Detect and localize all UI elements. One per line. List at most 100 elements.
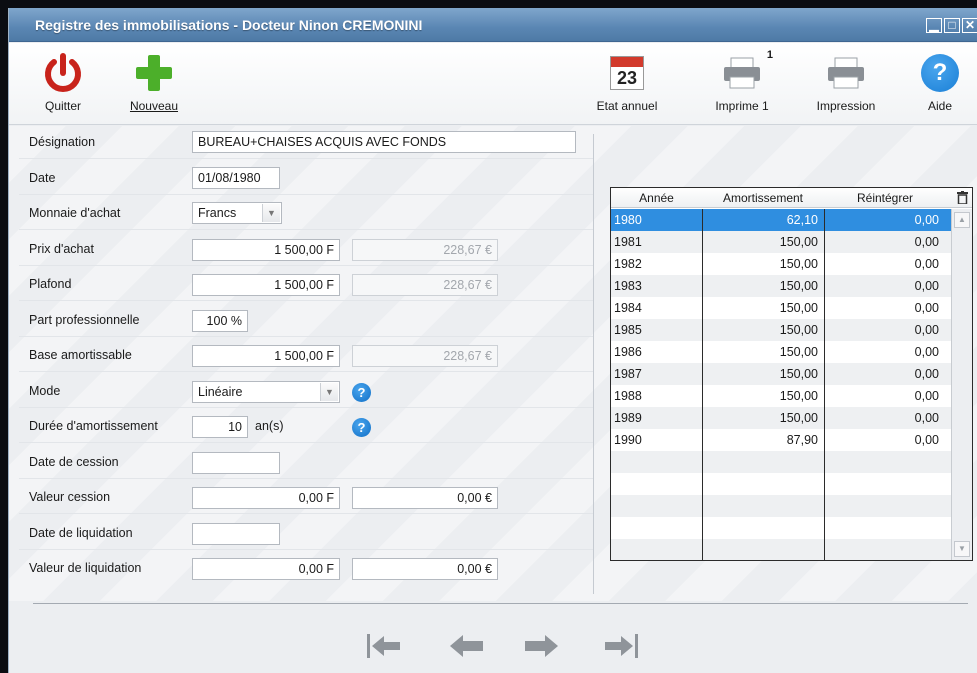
mode-select[interactable]: Linéaire ▼ bbox=[192, 381, 340, 403]
first-record-icon[interactable] bbox=[364, 631, 404, 661]
year-cell: 1984 bbox=[614, 301, 642, 315]
designation-field[interactable]: BUREAU+CHAISES ACQUIS AVEC FONDS bbox=[192, 131, 576, 153]
liq-value-label: Valeur de liquidation bbox=[29, 561, 142, 575]
depreciation-table: Année Amortissement Réintégrer 1980 62,10… bbox=[610, 187, 973, 561]
base-label: Base amortissable bbox=[29, 348, 132, 362]
table-row[interactable]: 1986 150,00 0,00 bbox=[611, 341, 951, 363]
designation-label: Désignation bbox=[29, 135, 96, 149]
table-row[interactable] bbox=[611, 517, 951, 539]
row-base: Base amortissable 1 500,00 F 228,67 € bbox=[19, 339, 593, 372]
table-row[interactable]: 1987 150,00 0,00 bbox=[611, 363, 951, 385]
purchase-price-euros: 228,67 € bbox=[352, 239, 498, 261]
table-row[interactable]: 1990 87,90 0,00 bbox=[611, 429, 951, 451]
table-row[interactable]: 1988 150,00 0,00 bbox=[611, 385, 951, 407]
vertical-scrollbar[interactable]: ▲ ▼ bbox=[951, 209, 972, 560]
date-field[interactable]: 01/08/1980 bbox=[192, 167, 280, 189]
quit-button[interactable]: Quitter bbox=[33, 49, 93, 113]
column-separator bbox=[702, 209, 703, 560]
annual-report-label: Etat annuel bbox=[589, 99, 665, 113]
new-label: Nouveau bbox=[129, 99, 179, 113]
ceiling-francs[interactable]: 1 500,00 F bbox=[192, 274, 340, 296]
table-row[interactable]: 1980 62,10 0,00 bbox=[611, 209, 951, 231]
table-row[interactable] bbox=[611, 539, 951, 560]
currency-value: Francs bbox=[198, 206, 237, 220]
restore-button[interactable]: □ bbox=[944, 18, 960, 33]
pro-share-field[interactable]: 100 % bbox=[192, 310, 248, 332]
trash-icon[interactable] bbox=[957, 191, 968, 204]
ceiling-euros: 228,67 € bbox=[352, 274, 498, 296]
purchase-price-francs[interactable]: 1 500,00 F bbox=[192, 239, 340, 261]
depreciation-cell: 150,00 bbox=[779, 279, 818, 293]
help-button[interactable]: ? Aide bbox=[915, 49, 965, 113]
reintegrate-cell: 0,00 bbox=[914, 235, 939, 249]
year-cell: 1986 bbox=[614, 345, 642, 359]
sale-value-label: Valeur cession bbox=[29, 490, 111, 504]
print-one-button[interactable]: 1 Imprime 1 bbox=[707, 49, 777, 113]
duration-field[interactable]: 10 bbox=[192, 416, 248, 438]
next-record-icon[interactable] bbox=[521, 631, 561, 661]
column-separator bbox=[824, 209, 825, 560]
row-liq-date: Date de liquidation bbox=[19, 517, 593, 550]
new-button[interactable]: Nouveau bbox=[119, 49, 189, 113]
row-purchase-price: Prix d'achat 1 500,00 F 228,67 € bbox=[19, 233, 593, 266]
reintegrate-cell: 0,00 bbox=[914, 301, 939, 315]
mode-help-icon[interactable]: ? bbox=[352, 383, 371, 402]
table-row[interactable] bbox=[611, 451, 951, 473]
table-row[interactable]: 1985 150,00 0,00 bbox=[611, 319, 951, 341]
sale-date-field[interactable] bbox=[192, 452, 280, 474]
liq-value-euros[interactable]: 0,00 € bbox=[352, 558, 498, 580]
base-francs[interactable]: 1 500,00 F bbox=[192, 345, 340, 367]
reintegrate-cell: 0,00 bbox=[914, 433, 939, 447]
print-one-badge: 1 bbox=[766, 49, 773, 61]
print-button[interactable]: Impression bbox=[811, 49, 881, 113]
scroll-up-icon[interactable]: ▲ bbox=[954, 212, 970, 228]
reintegrate-cell: 0,00 bbox=[914, 411, 939, 425]
ceiling-label: Plafond bbox=[29, 277, 72, 291]
table-row[interactable]: 1983 150,00 0,00 bbox=[611, 275, 951, 297]
depreciation-cell: 87,90 bbox=[786, 433, 818, 447]
table-row[interactable]: 1989 150,00 0,00 bbox=[611, 407, 951, 429]
last-record-icon[interactable] bbox=[601, 631, 641, 661]
toolbar: Quitter Nouveau 23 Etat annuel 1 Imprime… bbox=[9, 43, 977, 125]
liq-date-label: Date de liquidation bbox=[29, 526, 133, 540]
row-duration: Durée d'amortissement 10 an(s) ? bbox=[19, 410, 593, 443]
row-date: Date 01/08/1980 bbox=[19, 162, 593, 195]
duration-help-icon[interactable]: ? bbox=[352, 418, 371, 437]
table-row[interactable] bbox=[611, 473, 951, 495]
reintegrate-cell: 0,00 bbox=[914, 279, 939, 293]
year-cell: 1983 bbox=[614, 279, 642, 293]
year-cell: 1989 bbox=[614, 411, 642, 425]
year-cell: 1981 bbox=[614, 235, 642, 249]
footer-divider bbox=[33, 603, 968, 604]
chevron-down-icon[interactable]: ▼ bbox=[262, 204, 280, 222]
chevron-down-icon[interactable]: ▼ bbox=[320, 383, 338, 401]
minimize-button[interactable]: ▁ bbox=[926, 18, 942, 33]
row-designation: Désignation BUREAU+CHAISES ACQUIS AVEC F… bbox=[19, 126, 593, 159]
sale-value-francs[interactable]: 0,00 F bbox=[192, 487, 340, 509]
calendar-day: 23 bbox=[616, 68, 638, 88]
scroll-down-icon[interactable]: ▼ bbox=[954, 541, 970, 557]
table-row[interactable]: 1982 150,00 0,00 bbox=[611, 253, 951, 275]
depreciation-cell: 150,00 bbox=[779, 389, 818, 403]
power-icon bbox=[45, 53, 81, 92]
reintegrate-cell: 0,00 bbox=[914, 257, 939, 271]
table-row[interactable] bbox=[611, 495, 951, 517]
main-window: Registre des immobilisations - Docteur N… bbox=[8, 8, 977, 673]
liq-value-francs[interactable]: 0,00 F bbox=[192, 558, 340, 580]
column-header-reintegrate[interactable]: Réintégrer bbox=[824, 191, 946, 205]
table-row[interactable]: 1984 150,00 0,00 bbox=[611, 297, 951, 319]
purchase-price-label: Prix d'achat bbox=[29, 242, 94, 256]
record-navigation bbox=[9, 601, 977, 673]
print-label: Impression bbox=[816, 99, 876, 113]
currency-select[interactable]: Francs ▼ bbox=[192, 202, 282, 224]
annual-report-button[interactable]: 23 Etat annuel bbox=[589, 49, 665, 113]
column-header-depreciation[interactable]: Amortissement bbox=[702, 191, 824, 205]
previous-record-icon[interactable] bbox=[447, 631, 487, 661]
mode-value: Linéaire bbox=[198, 385, 243, 399]
column-header-year[interactable]: Année bbox=[611, 191, 702, 205]
table-row[interactable]: 1981 150,00 0,00 bbox=[611, 231, 951, 253]
close-button[interactable]: ✕ bbox=[962, 18, 977, 33]
sale-date-label: Date de cession bbox=[29, 455, 119, 469]
sale-value-euros[interactable]: 0,00 € bbox=[352, 487, 498, 509]
liq-date-field[interactable] bbox=[192, 523, 280, 545]
